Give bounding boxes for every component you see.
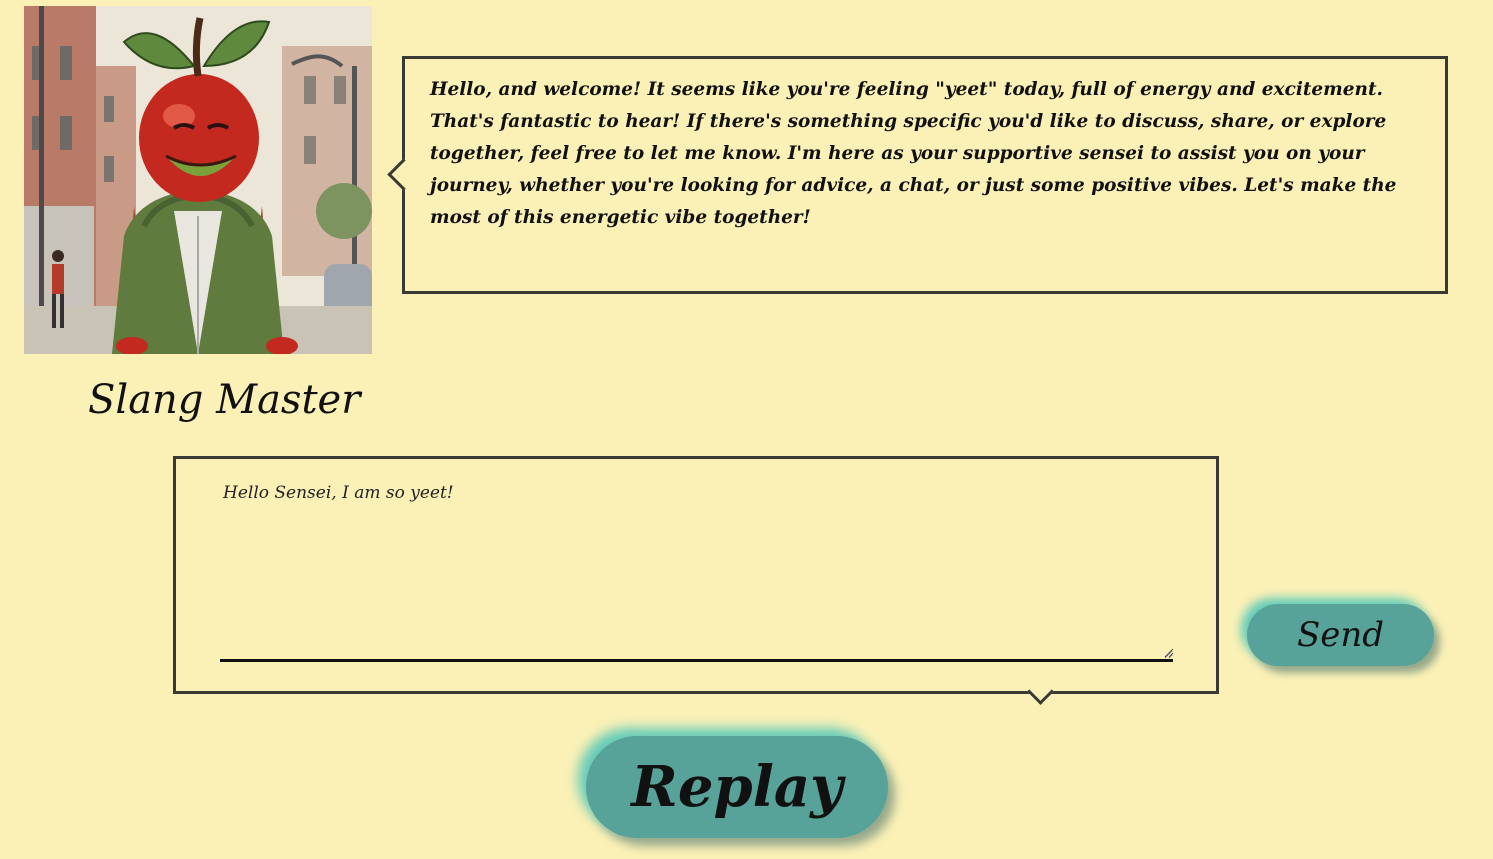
message-input[interactable]: Hello Sensei, I am so yeet! [220, 479, 1173, 662]
character-avatar [24, 6, 372, 354]
reply-speech-bubble: Hello, and welcome! It seems like you're… [387, 56, 1448, 294]
apple-head-character-icon [24, 6, 372, 354]
input-speech-bubble: Hello Sensei, I am so yeet! [173, 456, 1219, 705]
send-button[interactable]: Send [1247, 604, 1434, 666]
resize-grip-icon[interactable] [1164, 648, 1174, 658]
character-name: Slang Master [88, 377, 361, 423]
reply-text: Hello, and welcome! It seems like you're… [430, 79, 1397, 228]
input-bubble-tail [1027, 678, 1054, 705]
replay-button[interactable]: Replay [586, 736, 888, 838]
reply-bubble-tail [387, 158, 420, 191]
